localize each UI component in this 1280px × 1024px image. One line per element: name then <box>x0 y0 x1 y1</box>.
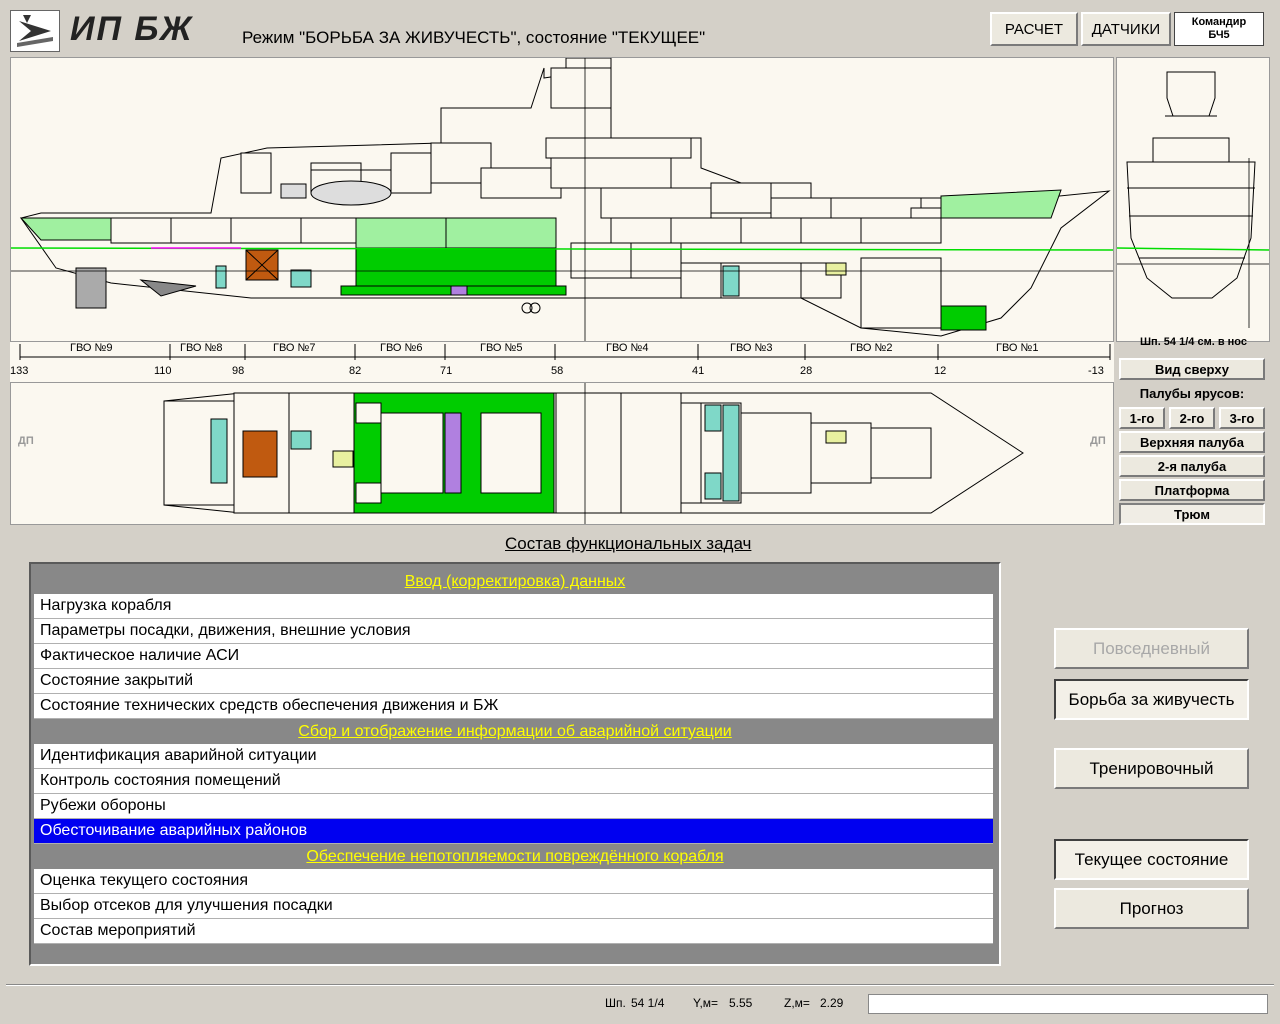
centerline-label: ДП <box>1090 435 1106 447</box>
tier-1-button[interactable]: 1-го <box>1119 407 1165 429</box>
gvo-label: ГВО №4 <box>606 342 649 354</box>
frame-tick-label: 98 <box>232 365 245 377</box>
frame-tick-label: 110 <box>154 365 172 377</box>
upper-deck-button[interactable]: Верхняя палуба <box>1119 431 1265 453</box>
logo-icon <box>10 10 60 52</box>
task-group-header[interactable]: Сбор и отображение информации об аварийн… <box>31 719 999 744</box>
list-item[interactable]: Параметры посадки, движения, внешние усл… <box>34 619 993 644</box>
daily-mode-button[interactable]: Повседневный <box>1054 628 1249 669</box>
task-group-header[interactable]: Обеспечение непотопляемости повреждённог… <box>31 844 999 869</box>
sensors-button[interactable]: ДАТЧИКИ <box>1081 12 1171 46</box>
list-item[interactable]: Состав мероприятий <box>34 919 993 944</box>
ship-section-drawing <box>1116 71 1270 328</box>
frame-tick-label: 133 <box>10 365 29 377</box>
top-view-button[interactable]: Вид сверху <box>1119 358 1265 380</box>
calculation-button[interactable]: РАСЧЕТ <box>990 12 1078 46</box>
mode-status-text: Режим "БОРЬБА ЗА ЖИВУЧЕСТЬ", состояние "… <box>242 28 706 47</box>
list-item[interactable]: Оценка текущего состояния <box>34 869 993 894</box>
training-mode-button[interactable]: Тренировочный <box>1054 748 1249 789</box>
current-state-button[interactable]: Текущее состояние <box>1054 839 1249 880</box>
damage-control-mode-button[interactable]: Борьба за живучесть <box>1054 679 1249 720</box>
frame-tick-label: 82 <box>349 365 362 377</box>
app-logo-text: ИП БЖ <box>70 10 194 48</box>
list-item[interactable]: Рубежи обороны <box>34 794 993 819</box>
frame-tick-label: 58 <box>551 365 564 377</box>
z-value: 2.29 <box>820 996 844 1010</box>
frame-label: Шп. <box>605 996 626 1010</box>
z-label: Z,м= <box>784 996 810 1010</box>
section-caption: Шп. 54 1/4 см. в нос <box>1140 336 1247 348</box>
user-role-box[interactable]: Командир БЧ5 <box>1174 12 1264 46</box>
centerline-label: ДП <box>18 435 34 447</box>
list-item[interactable]: Состояние закрытий <box>34 669 993 694</box>
status-message-field <box>868 994 1268 1014</box>
task-group-header[interactable]: Ввод (корректировка) данных <box>31 569 999 594</box>
list-item[interactable]: Идентификация аварийной ситуации <box>34 744 993 769</box>
y-value: 5.55 <box>729 996 753 1010</box>
ship-plan-drawing <box>163 383 1024 524</box>
frame-value: 54 1/4 <box>631 996 665 1010</box>
list-item[interactable]: Нагрузка корабля <box>34 594 993 619</box>
y-label: Y,м= <box>693 996 719 1010</box>
gvo-label: ГВО №7 <box>273 342 316 354</box>
user-role-line1: Командир <box>1191 16 1247 28</box>
tier-2-button[interactable]: 2-го <box>1169 407 1215 429</box>
status-separator <box>6 984 1274 986</box>
second-deck-button[interactable]: 2-я палуба <box>1119 455 1265 477</box>
list-item[interactable]: Состояние технических средств обеспечени… <box>34 694 993 719</box>
list-item-selected[interactable]: Обесточивание аварийных районов <box>34 819 993 844</box>
frame-tick-label: -13 <box>1088 365 1104 377</box>
gvo-label: ГВО №8 <box>180 342 223 354</box>
frame-tick-label: 71 <box>440 365 453 377</box>
list-item[interactable]: Контроль состояния помещений <box>34 769 993 794</box>
hold-button[interactable]: Трюм <box>1119 503 1265 525</box>
tasks-list: Ввод (корректировка) данных Нагрузка кор… <box>29 562 1001 966</box>
gvo-label: ГВО №3 <box>730 342 773 354</box>
ship-profile-drawing <box>10 57 1114 341</box>
ship-plan-view[interactable] <box>10 382 1114 525</box>
gvo-label: ГВО №2 <box>850 342 893 354</box>
ship-profile-view[interactable] <box>10 57 1114 342</box>
list-item[interactable]: Выбор отсеков для улучшения посадки <box>34 894 993 919</box>
gvo-label: ГВО №5 <box>480 342 523 354</box>
forecast-button[interactable]: Прогноз <box>1054 888 1249 929</box>
gvo-label: ГВО №6 <box>380 342 423 354</box>
platform-button[interactable]: Платформа <box>1119 479 1265 501</box>
ship-section-view[interactable] <box>1116 57 1270 342</box>
gvo-label: ГВО №9 <box>70 342 113 354</box>
tier-3-button[interactable]: 3-го <box>1219 407 1265 429</box>
list-item[interactable]: Фактическое наличие АСИ <box>34 644 993 669</box>
frame-tick-label: 12 <box>934 365 947 377</box>
frame-tick-label: 28 <box>800 365 813 377</box>
frame-tick-label: 41 <box>692 365 705 377</box>
gvo-label: ГВО №1 <box>996 342 1039 354</box>
user-role-line2: БЧ5 <box>1208 29 1230 41</box>
tasks-title: Состав функциональных задач <box>505 534 752 553</box>
deck-tiers-label: Палубы ярусов: <box>1119 382 1265 404</box>
